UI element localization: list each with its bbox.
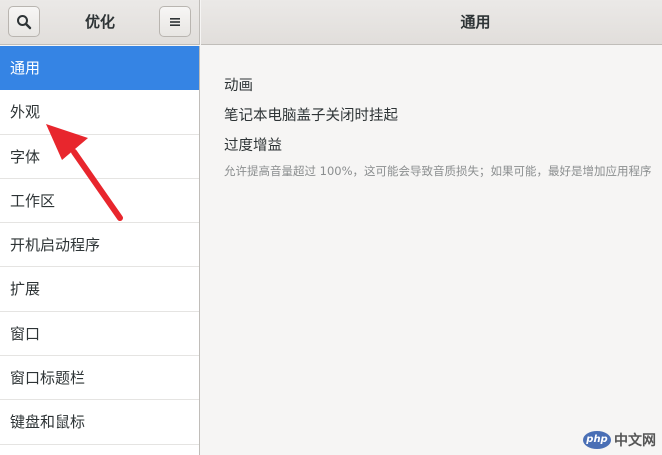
sidebar-item-fonts[interactable]: 字体 (0, 135, 199, 179)
sidebar-item-general[interactable]: 通用 (0, 46, 199, 91)
animations-setting-label[interactable]: 动画 (224, 74, 253, 95)
over-amplification-description: 允许提高音量超过 100%，这可能会导致音质损失；如果可能，最好是增加应用程序 (224, 164, 652, 178)
page-title: 通用 (460, 13, 491, 31)
sidebar-item-keyboard-mouse[interactable]: 键盘和鼠标 (0, 400, 199, 445)
watermark: php 中文网 (583, 429, 656, 451)
over-amplification-setting-label[interactable]: 过度增益 (224, 134, 282, 155)
sidebar: 通用 外观 字体 工作区 开机启动程序 扩展 窗口 窗口标题栏 键盘和鼠标 (0, 46, 200, 455)
lid-suspend-setting-label[interactable]: 笔记本电脑盖子关闭时挂起 (224, 104, 398, 125)
menu-button[interactable] (159, 6, 191, 37)
sidebar-item-workspaces[interactable]: 工作区 (0, 179, 199, 224)
search-button[interactable] (8, 6, 40, 37)
sidebar-item-startup-applications[interactable]: 开机启动程序 (0, 223, 199, 268)
sidebar-item-window-titlebars[interactable]: 窗口标题栏 (0, 356, 199, 401)
app-title: 优化 (84, 13, 115, 31)
sidebar-headerbar: 优化 (0, 0, 200, 45)
php-logo-icon: php (583, 431, 611, 449)
hamburger-menu-icon (170, 17, 180, 26)
watermark-text: 中文网 (614, 433, 656, 449)
settings-panel: 动画 笔记本电脑盖子关闭时挂起 过度增益 允许提高音量超过 100%，这可能会导… (201, 46, 662, 455)
sidebar-item-windows[interactable]: 窗口 (0, 312, 199, 357)
content-headerbar: 通用 (201, 0, 662, 45)
sidebar-item-appearance[interactable]: 外观 (0, 90, 199, 135)
sidebar-item-extensions[interactable]: 扩展 (0, 267, 199, 312)
search-icon (17, 14, 32, 29)
